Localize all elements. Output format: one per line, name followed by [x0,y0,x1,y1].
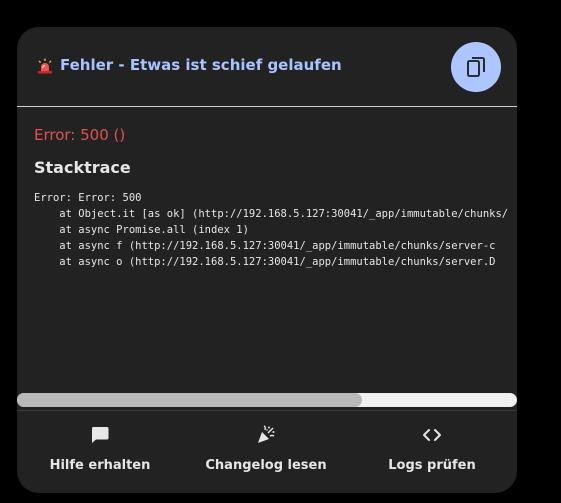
stacktrace-heading: Stacktrace [34,158,131,177]
horizontal-scrollbar[interactable] [17,393,517,407]
scrollbar-thumb[interactable] [17,393,362,407]
changelog-button-label: Changelog lesen [205,458,327,473]
stacktrace-line: at async Promise.all (index 1) [34,224,249,236]
code-icon [422,425,442,445]
error-code: Error: 500 () [34,126,126,144]
stacktrace-line: Error: Error: 500 [34,192,142,204]
logs-button[interactable]: Logs prüfen [349,411,515,493]
copy-icon [467,57,485,77]
changelog-button[interactable]: Changelog lesen [183,411,349,493]
logs-button-label: Logs prüfen [388,458,476,473]
stacktrace-line: at async o (http://192.168.5.127:30041/_… [34,256,496,268]
error-content: Error: 500 () Stacktrace Error: Error: 5… [17,107,517,407]
dialog-title: Fehler - Etwas ist schief gelaufen [60,56,342,74]
chat-bubble-icon [90,425,110,445]
siren-icon [37,58,53,74]
help-button[interactable]: Hilfe erhalten [17,411,183,493]
stacktrace-line: at Object.it [as ok] (http://192.168.5.1… [34,208,509,220]
stacktrace-line: at async f (http://192.168.5.127:30041/_… [34,240,496,252]
copy-button[interactable] [451,42,501,92]
dialog-footer: Hilfe erhalten Changelog lesen Logs prüf… [17,411,517,493]
stacktrace-text[interactable]: Error: Error: 500 at Object.it [as ok] (… [34,190,508,270]
error-dialog: Fehler - Etwas ist schief gelaufen Error… [17,27,517,493]
help-button-label: Hilfe erhalten [49,458,151,473]
party-popper-icon [256,425,276,445]
dialog-header: Fehler - Etwas ist schief gelaufen [17,27,517,107]
